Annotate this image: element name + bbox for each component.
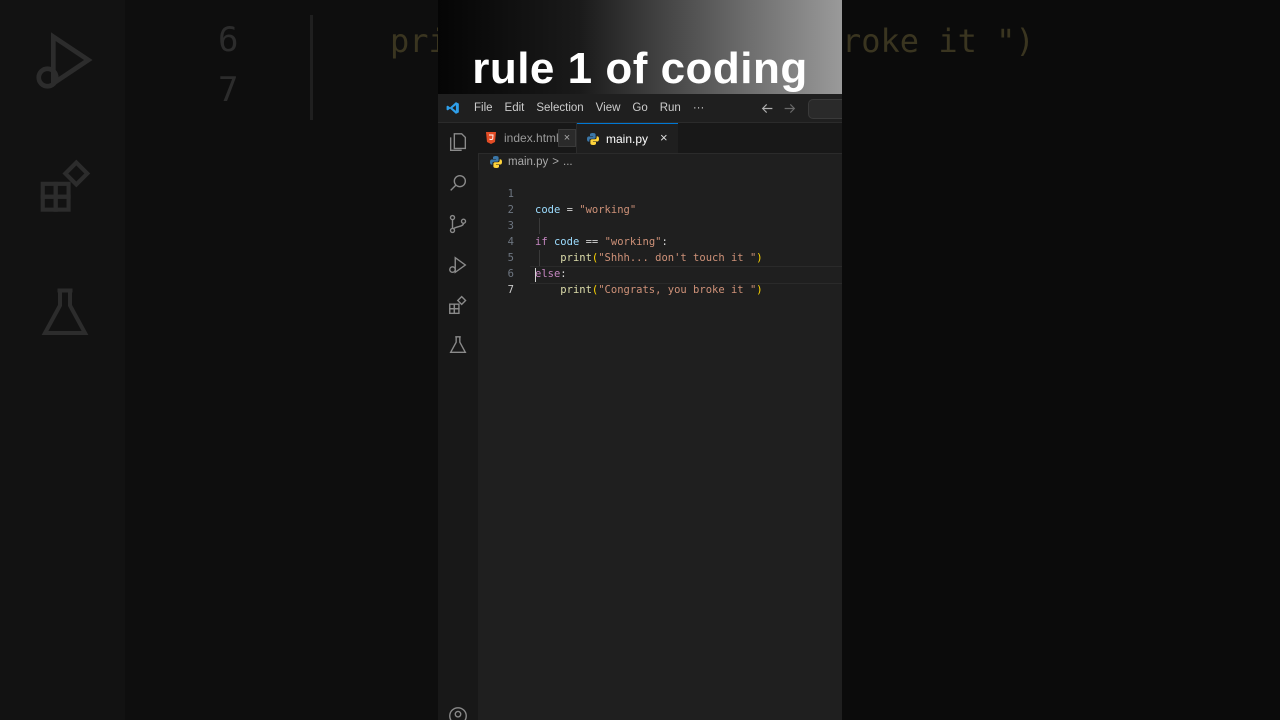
tab-main-py[interactable]: main.py × [577, 123, 678, 153]
vscode-logo-icon [446, 102, 459, 114]
menu-edit[interactable]: Edit [505, 102, 525, 114]
run-debug-icon[interactable] [447, 254, 469, 276]
arrow-left-icon[interactable] [761, 102, 774, 115]
menu-selection[interactable]: Selection [536, 102, 583, 114]
python-icon [587, 132, 599, 145]
menubar: File Edit Selection View Go Run ··· [438, 94, 842, 123]
close-icon[interactable]: × [558, 129, 576, 147]
menu-view[interactable]: View [596, 102, 621, 114]
code-line: 7 [478, 266, 842, 296]
arrow-right-icon[interactable] [783, 102, 796, 115]
line-number: 7 [507, 284, 514, 296]
menu-go[interactable]: Go [632, 102, 647, 114]
run-debug-icon [36, 32, 93, 89]
tab-index-html[interactable]: index.html × [478, 123, 577, 153]
code-line: 1 code = "working" [478, 170, 842, 216]
tab-bar: index.html × main.py × [478, 123, 842, 154]
code-line: 3 if code == "working": [478, 202, 842, 248]
extensions-icon [40, 159, 91, 212]
breadcrumb-separator: > [552, 156, 559, 168]
menu-file[interactable]: File [474, 102, 493, 114]
background-right: roke it ") [842, 0, 1280, 720]
code-line: 4 print("Shhh... don't touch it ") [478, 218, 842, 264]
code-text: print("Congrats, you broke it ") [560, 284, 763, 296]
extensions-icon[interactable] [447, 295, 469, 317]
breadcrumb-more[interactable]: ... [563, 156, 573, 168]
python-icon [490, 156, 502, 168]
html5-icon [486, 132, 496, 144]
background-activitybar [0, 0, 125, 720]
background-indent-guide [310, 15, 313, 120]
background-line-number: 7 [218, 70, 239, 110]
menu-run[interactable]: Run [660, 102, 681, 114]
testing-icon [41, 288, 89, 335]
code-line: 5 else: [478, 234, 842, 280]
code-editor[interactable]: 1 code = "working" 2 3 if code == "worki… [478, 170, 842, 720]
breadcrumb-file[interactable]: main.py [508, 156, 548, 168]
video-frame: rule 1 of coding File Edit Selection Vie… [438, 0, 842, 720]
tab-label: main.py [606, 131, 649, 146]
testing-icon[interactable] [447, 334, 469, 356]
tab-label: index.html [504, 131, 559, 145]
explorer-icon[interactable] [447, 131, 469, 153]
activity-bar [438, 123, 479, 720]
source-control-icon[interactable] [447, 213, 469, 235]
text-cursor [535, 268, 536, 282]
account-icon[interactable] [447, 705, 469, 720]
close-icon[interactable]: × [660, 130, 668, 145]
background-code-fragment: roke it ") [842, 22, 1035, 60]
background-line-number: 6 [218, 20, 239, 60]
command-center[interactable] [808, 99, 842, 119]
code-line: 6 print("Congrats, you broke it ") [478, 250, 842, 296]
background-left: 6 7 pri [0, 0, 438, 720]
search-icon[interactable] [447, 172, 469, 194]
menu-more[interactable]: ··· [693, 102, 705, 114]
breadcrumb: main.py > ... [490, 154, 573, 170]
code-line: 2 [478, 186, 842, 216]
background-code-fragment: pri [390, 22, 438, 60]
caption-title: rule 1 of coding [472, 44, 808, 93]
